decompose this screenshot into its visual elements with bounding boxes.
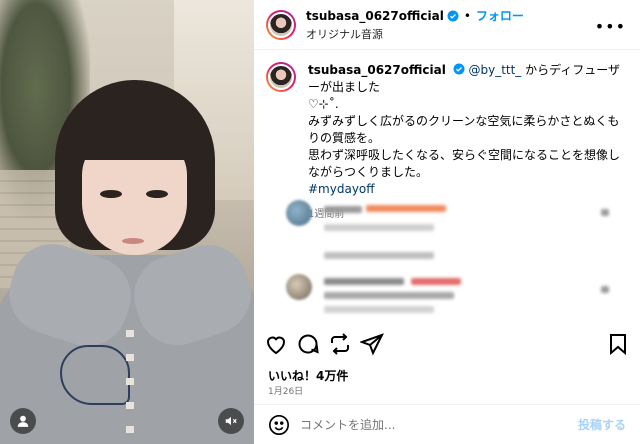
caption-username[interactable]: tsubasa_0627official bbox=[308, 63, 446, 77]
comment-meta-blurred bbox=[324, 224, 434, 231]
caption-line4: 思わず深呼吸したくなる、安らぐ空間になることを想像しながらつくりました。 bbox=[308, 148, 621, 179]
caption-avatar[interactable] bbox=[266, 62, 296, 92]
follow-button[interactable]: フォロー bbox=[476, 7, 524, 24]
comment-composer: 投稿する bbox=[254, 404, 640, 444]
comment-input[interactable] bbox=[300, 417, 570, 432]
like-button[interactable] bbox=[264, 332, 288, 356]
verified-icon bbox=[453, 63, 465, 75]
more-options-button[interactable]: ••• bbox=[595, 17, 626, 36]
bookmark-icon bbox=[610, 334, 626, 356]
post-comment-button[interactable]: 投稿する bbox=[578, 416, 626, 433]
comment-avatar[interactable] bbox=[286, 200, 312, 226]
post-date: 1月26日 bbox=[268, 387, 304, 397]
verified-icon bbox=[447, 10, 459, 21]
comment-icon bbox=[298, 334, 319, 354]
repost-icon bbox=[331, 333, 349, 355]
repost-button[interactable] bbox=[328, 332, 352, 356]
subject-eye bbox=[146, 190, 168, 198]
audio-label[interactable]: オリジナル音源 bbox=[306, 26, 524, 42]
caption-line3: みずみずしく広がるのクリーンな空気に柔らかさとぬくもりの質感を。 bbox=[308, 114, 620, 145]
comment-text-blurred bbox=[324, 292, 454, 299]
share-button[interactable] bbox=[359, 332, 384, 356]
caption: tsubasa_0627official @by_ttt_ からディフューザーが… bbox=[254, 58, 640, 223]
send-icon bbox=[359, 333, 384, 356]
comment-username-blurred bbox=[324, 206, 362, 213]
comment-text-blurred bbox=[366, 205, 446, 212]
tagged-users-button[interactable] bbox=[10, 408, 36, 434]
comment-avatar[interactable] bbox=[286, 274, 312, 300]
subject-lips bbox=[122, 238, 144, 244]
action-bar bbox=[264, 332, 630, 358]
separator-dot: • bbox=[463, 8, 471, 23]
comment-like-blurred bbox=[601, 286, 609, 293]
comment-username-blurred bbox=[324, 278, 404, 285]
like-count[interactable]: いいね！4万件 bbox=[268, 367, 348, 384]
caption-line2: ♡⊹˚. bbox=[308, 97, 339, 111]
user-icon bbox=[17, 415, 29, 427]
comment-button[interactable] bbox=[296, 332, 320, 356]
comment-like-blurred bbox=[601, 209, 609, 216]
save-button[interactable] bbox=[606, 332, 630, 356]
sweater-heart-pattern bbox=[60, 345, 130, 405]
emoji-icon[interactable] bbox=[268, 414, 290, 436]
heart-icon bbox=[266, 336, 286, 355]
post-header: tsubasa_0627official • フォロー オリジナル音源 ••• bbox=[254, 0, 640, 50]
post-details-panel: tsubasa_0627official • フォロー オリジナル音源 ••• … bbox=[254, 0, 640, 444]
subject-eye bbox=[100, 190, 122, 198]
caption-hashtag-link[interactable]: #mydayoff bbox=[308, 181, 626, 198]
mute-button[interactable] bbox=[218, 408, 244, 434]
author-username[interactable]: tsubasa_0627official bbox=[306, 9, 444, 23]
comment-meta-blurred bbox=[324, 306, 434, 313]
view-replies-blurred[interactable] bbox=[324, 252, 434, 259]
author-avatar[interactable] bbox=[266, 9, 296, 40]
post-media[interactable] bbox=[0, 0, 254, 444]
caption-mention-link[interactable]: @by_ttt_ bbox=[468, 63, 521, 77]
comments-scroll-area[interactable]: tsubasa_0627official @by_ttt_ からディフューザーが… bbox=[254, 58, 640, 328]
comment-text-blurred bbox=[411, 278, 461, 285]
caption-text: tsubasa_0627official @by_ttt_ からディフューザーが… bbox=[308, 62, 626, 223]
mute-icon bbox=[225, 416, 237, 426]
sweater-buttons bbox=[126, 330, 134, 440]
